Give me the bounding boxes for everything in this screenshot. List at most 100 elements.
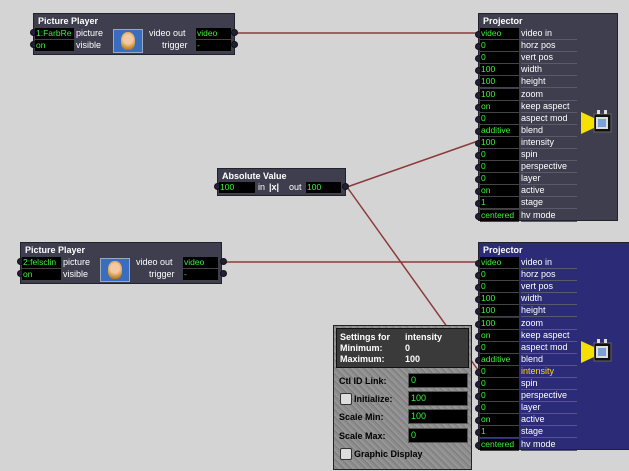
projector-param-field[interactable]: 0 (480, 40, 519, 53)
settings-header: Settings for intensity Minimum: 0 Maximu… (336, 328, 469, 368)
projector-param-label: horz pos (521, 40, 556, 51)
projector-param-field[interactable]: on (480, 329, 519, 342)
projector-param-field[interactable]: 1 (480, 426, 519, 439)
input-label: visible (76, 40, 102, 50)
projector-param-field[interactable]: 0 (480, 341, 519, 354)
projector-param-label: active (521, 414, 545, 425)
projector-param-label: width (521, 64, 543, 75)
projector-param-label: blend (521, 353, 544, 364)
property-settings-panel[interactable]: Settings for intensity Minimum: 0 Maximu… (333, 325, 472, 470)
output-port[interactable] (231, 41, 238, 48)
projector-actor-2[interactable]: Projector video video in 0 horz pos 0 vert po… (475, 242, 629, 451)
maximum-value: 100 (405, 354, 421, 364)
actor-title: Picture Player (38, 16, 99, 26)
projector-param-field[interactable]: 0 (480, 269, 519, 282)
projector-param-label: keep aspect (521, 329, 570, 340)
output-label: video out (149, 28, 186, 38)
scale-max-label: Scale Max: (339, 431, 386, 441)
video-out-field[interactable]: video (196, 28, 231, 40)
projector-param-label: spin (521, 149, 538, 159)
projector-param-label: perspective (521, 390, 568, 401)
output-label: trigger (149, 269, 175, 279)
projector-param-field[interactable]: 0 (480, 378, 519, 390)
initialize-label: Initialize: (354, 394, 393, 404)
projector-param-field[interactable]: 0 (480, 390, 519, 403)
projector-param-field[interactable]: 0 (480, 365, 519, 378)
trigger-out-field[interactable]: - (183, 269, 218, 281)
projector-param-field[interactable]: 1 (480, 197, 519, 210)
projector-param-field[interactable]: 0 (480, 52, 519, 65)
absolute-value-actor[interactable]: Absolute Value 100 in |x| out 100 (214, 168, 349, 196)
actor-title: Absolute Value (222, 171, 287, 181)
projector-param-label: spin (521, 378, 538, 388)
visible-input-field[interactable]: on (22, 269, 61, 281)
abs-symbol-label: |x| (269, 182, 280, 192)
out-label: out (289, 182, 302, 192)
picture-player-actor-1[interactable]: Picture Player 1:FarbRe picture on visib… (30, 13, 238, 55)
projector-param-field[interactable]: 0 (480, 161, 519, 174)
projector-param-field[interactable]: on (480, 100, 519, 113)
ctl-id-link-label: Ctl ID Link: (339, 376, 387, 386)
projector-param-label: height (521, 76, 546, 87)
projector-param-label: height (521, 305, 546, 316)
actor-title: Projector (483, 245, 523, 255)
output-label: video out (136, 257, 173, 267)
projector-param-field[interactable]: centered (480, 438, 519, 451)
projector-param-label: vert pos (521, 281, 554, 292)
video-out-field[interactable]: video (183, 257, 218, 269)
projector-param-field[interactable]: video (480, 257, 519, 269)
projector-param-field[interactable]: 100 (480, 317, 519, 330)
projector-param-label: video in (521, 257, 553, 267)
projector-param-field[interactable]: 100 (480, 76, 519, 89)
projector-param-field[interactable]: 0 (480, 402, 519, 415)
projector-param-field[interactable]: 100 (480, 136, 519, 149)
projector-param-field[interactable]: 100 (480, 88, 519, 101)
projector-param-field[interactable]: on (480, 414, 519, 427)
settings-for-value: intensity (405, 332, 443, 342)
picture-player-actor-2[interactable]: Picture Player 2:felsclin picture on vis… (17, 242, 227, 284)
projector-param-field[interactable]: video (480, 28, 519, 40)
abs-input-field[interactable]: 100 (219, 182, 255, 194)
projector-param-field[interactable]: 0 (480, 149, 519, 161)
trigger-out-field[interactable]: - (196, 40, 231, 52)
projector-actor-1[interactable]: Projector video video in 0 horz pos 0 vert po… (475, 13, 618, 222)
ctl-id-link-field[interactable]: 0 (408, 373, 468, 388)
scale-min-field[interactable]: 100 (408, 409, 468, 424)
projector-param-field[interactable]: 0 (480, 281, 519, 294)
projector-param-label: active (521, 185, 545, 196)
projector-param-label: horz pos (521, 269, 556, 280)
initialize-field[interactable]: 100 (408, 391, 468, 406)
output-port[interactable] (231, 29, 238, 36)
initialize-checkbox[interactable] (340, 393, 352, 405)
scale-max-field[interactable]: 0 (408, 428, 468, 443)
projector-icon (581, 110, 612, 134)
projector-param-field[interactable]: on (480, 185, 519, 198)
picture-input-field[interactable]: 2:felsclin (22, 257, 61, 269)
actor-title: Picture Player (25, 245, 86, 255)
output-port[interactable] (220, 270, 227, 277)
visible-input-field[interactable]: on (35, 40, 74, 52)
actor-title: Projector (483, 16, 523, 26)
projector-param-field[interactable]: additive (480, 124, 519, 137)
output-port[interactable] (342, 183, 349, 190)
projector-param-field[interactable]: 100 (480, 64, 519, 77)
projector-param-label: width (521, 293, 543, 304)
projector-param-field[interactable]: additive (480, 353, 519, 366)
projector-param-label: perspective (521, 161, 568, 172)
projector-param-field[interactable]: 0 (480, 112, 519, 125)
output-port[interactable] (220, 258, 227, 265)
projector-param-field[interactable]: 0 (480, 173, 519, 186)
projector-param-label: hv mode (521, 438, 556, 449)
minimum-label: Minimum: (340, 343, 383, 353)
projector-param-field[interactable]: 100 (480, 293, 519, 306)
projector-param-field[interactable]: 100 (480, 305, 519, 318)
projector-param-label: zoom (521, 317, 544, 328)
projector-param-field[interactable]: centered (480, 209, 519, 222)
picture-thumbnail-icon (100, 258, 130, 282)
graphic-display-checkbox[interactable] (340, 448, 352, 460)
projector-param-label: keep aspect (521, 100, 570, 111)
projector-param-label: vert pos (521, 52, 554, 63)
projector-param-label: video in (521, 28, 553, 38)
picture-input-field[interactable]: 1:FarbRe (35, 28, 74, 40)
abs-output-field[interactable]: 100 (306, 182, 341, 194)
